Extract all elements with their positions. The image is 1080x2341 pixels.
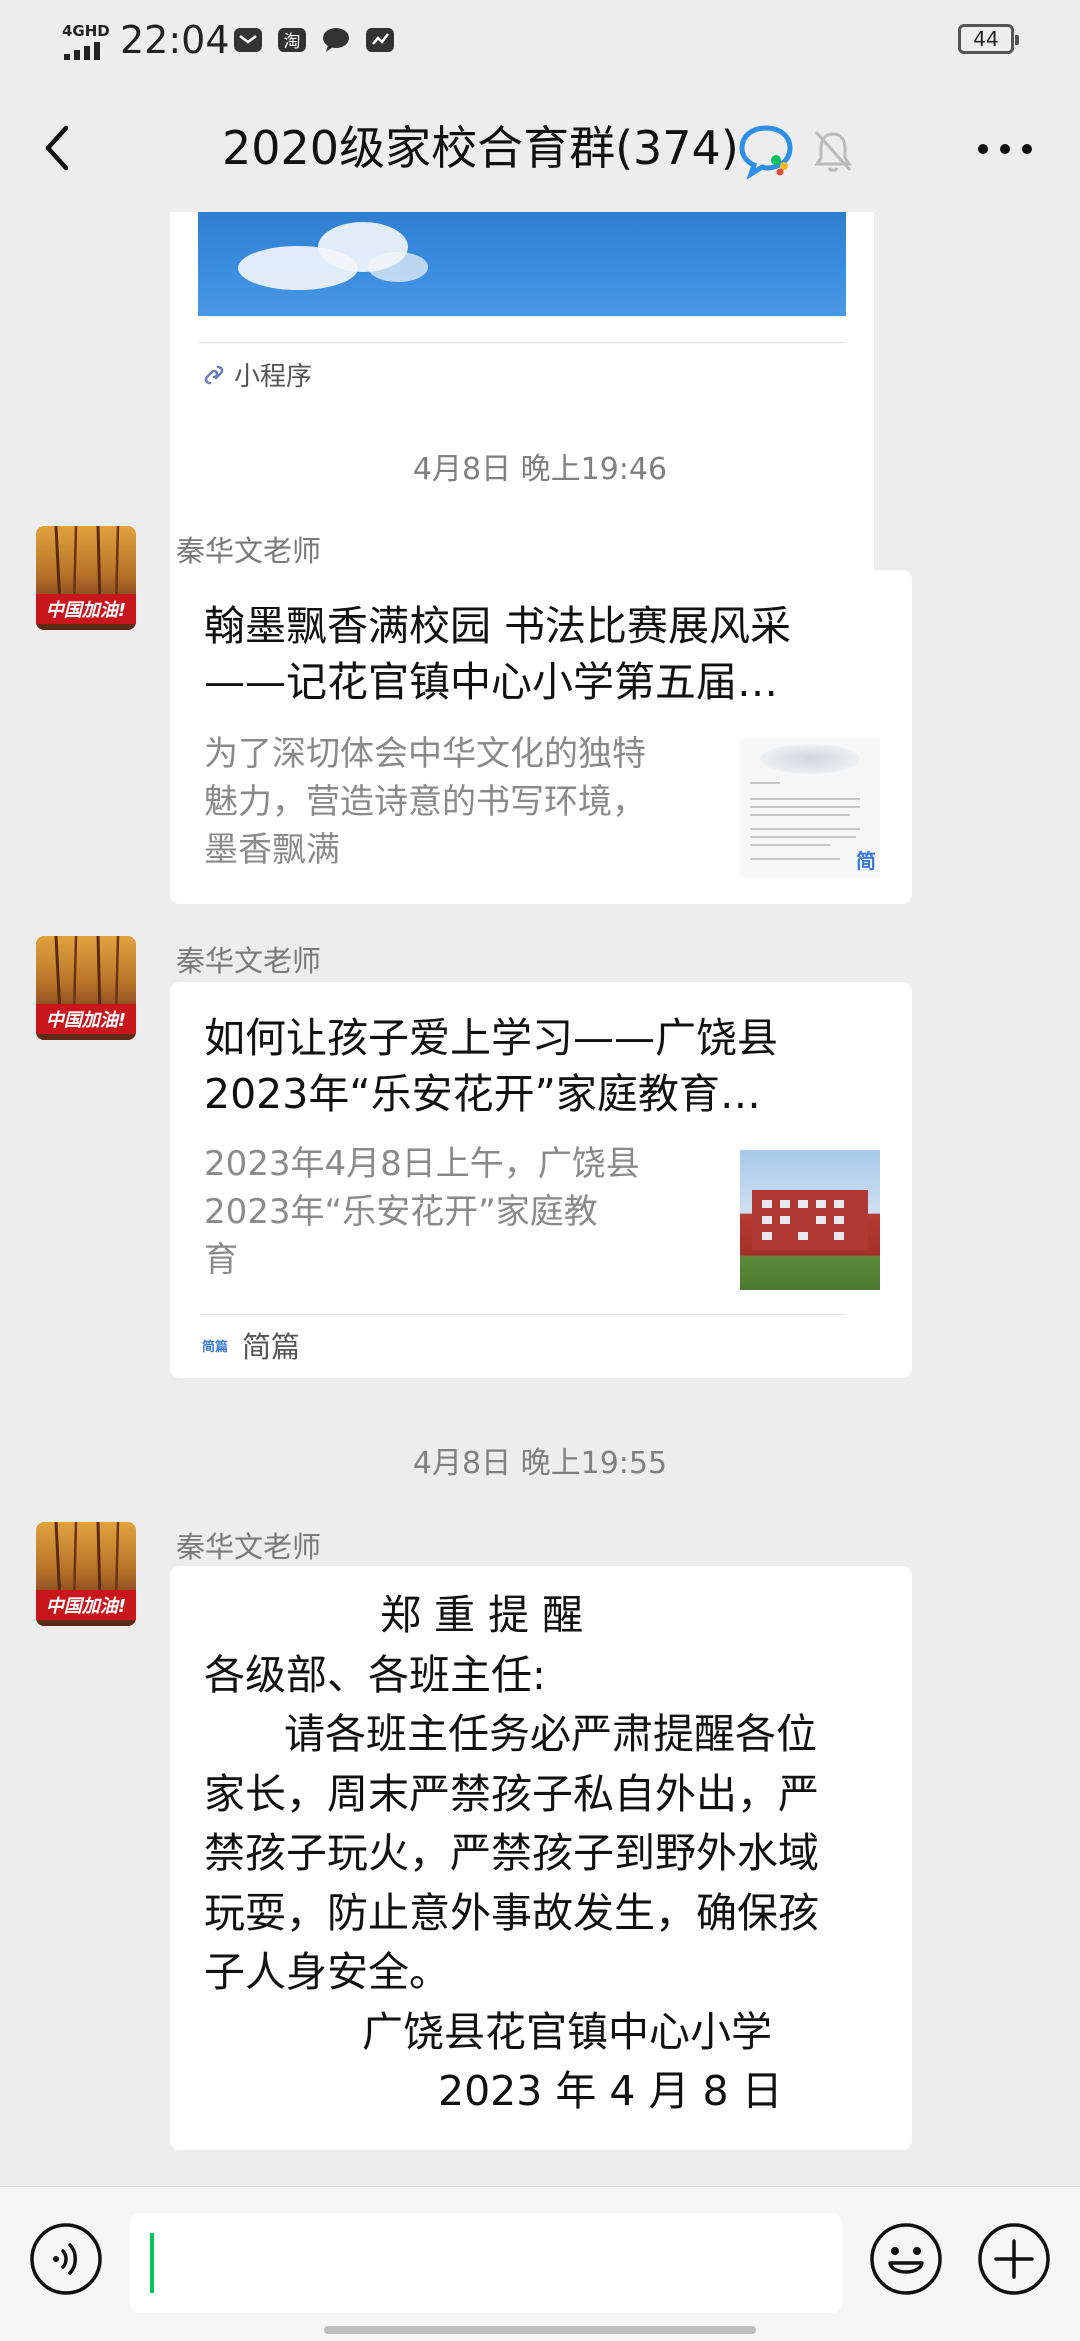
divider xyxy=(200,1314,844,1315)
timestamp: 4月8日 晚上19:46 xyxy=(412,452,668,487)
message-text: 郑 重 提 醒 各级部、各班主任: 请各班主任务必严肃提醒各位 家长，周末严禁孩… xyxy=(204,1586,884,2122)
article-thumbnail xyxy=(740,1150,880,1290)
article-desc-line: 育 xyxy=(204,1240,238,1280)
sender-name: 秦华文老师 xyxy=(176,1530,322,1564)
notice-line: 家长，周末严禁孩子私自外出，严 xyxy=(204,1769,819,1818)
network-type: 4GHD xyxy=(62,22,110,40)
taobao-notification-icon: 淘 xyxy=(278,28,306,52)
article-description: 为了深切体会中华文化的独特 魅力，营造诗意的书写环境， 墨香飘满 xyxy=(204,730,704,874)
article-description: 2023年4月8日上午，广饶县 2023年“乐安花开”家庭教 育 xyxy=(204,1140,704,1284)
jianpian-logo-icon: 简篇 xyxy=(202,1339,229,1355)
more-dots-icon[interactable] xyxy=(970,124,1040,174)
sender-name: 秦华文老师 xyxy=(176,534,322,568)
article-desc-line: 2023年“乐安花开”家庭教 xyxy=(204,1192,598,1232)
avatar[interactable]: 中国加油! xyxy=(36,526,136,630)
divider xyxy=(198,342,846,343)
text-message-bubble[interactable]: 郑 重 提 醒 各级部、各班主任: 请各班主任务必严肃提醒各位 家长，周末严禁孩… xyxy=(170,1566,912,2150)
notice-line: 子人身安全。 xyxy=(204,1948,450,1996)
avatar[interactable]: 中国加油! xyxy=(36,1522,136,1626)
emoji-icon[interactable] xyxy=(868,2221,944,2297)
notice-line: 各级部、各班主任: xyxy=(204,1650,546,1699)
article-card[interactable]: 如何让孩子爱上学习——广饶县 2023年“乐安花开”家庭教育… 2023年4月8… xyxy=(170,982,912,1378)
mini-program-image xyxy=(198,212,846,316)
jianpian-badge: 简 xyxy=(856,849,876,873)
voice-icon[interactable] xyxy=(28,2221,104,2297)
home-indicator[interactable] xyxy=(324,2326,756,2334)
battery-indicator: 44 xyxy=(958,24,1019,54)
article-desc-line: 魅力，营造诗意的书写环境， xyxy=(204,782,646,822)
notice-date: 2023 年 4 月 8 日 xyxy=(438,2067,783,2115)
article-source: 简篇 简篇 xyxy=(202,1324,300,1366)
chat-title: 2020级家校合育群(374) xyxy=(222,121,739,175)
signal-icon xyxy=(64,42,100,60)
article-desc-line: 2023年4月8日上午，广饶县 xyxy=(204,1144,640,1184)
chat-messages: 小程序 4月8日 晚上19:46 中国加油! 秦华文老师 翰墨飘香满校园 书法比… xyxy=(0,212,1080,2184)
input-bar xyxy=(0,2186,1080,2341)
avatar-badge: 中国加油! xyxy=(36,1590,136,1620)
avatar[interactable]: 中国加油! xyxy=(36,936,136,1040)
article-title-line: ——记花官镇中心小学第五届… xyxy=(204,658,778,706)
notice-heading: 郑 重 提 醒 xyxy=(380,1591,584,1639)
article-title: 如何让孩子爱上学习——广饶县 2023年“乐安花开”家庭教育… xyxy=(204,1010,864,1122)
message-input[interactable] xyxy=(130,2213,842,2313)
article-title-line: 如何让孩子爱上学习——广饶县 xyxy=(204,1014,778,1062)
chat-bubble-icon[interactable] xyxy=(736,120,796,180)
timestamp: 4月8日 晚上19:55 xyxy=(412,1446,668,1481)
notice-line: 禁孩子玩火，严禁孩子到野外水域 xyxy=(204,1829,819,1877)
battery-level: 44 xyxy=(973,27,999,51)
article-title: 翰墨飘香满校园 书法比赛展风采 ——记花官镇中心小学第五届… xyxy=(204,598,864,710)
notice-line: 请各班主任务必严肃提醒各位 xyxy=(284,1710,817,1758)
article-source-label: 简篇 xyxy=(242,1330,301,1364)
mini-program-footer: 小程序 xyxy=(202,356,312,393)
svg-text:淘: 淘 xyxy=(284,32,301,52)
mini-program-icon xyxy=(204,365,224,384)
chat-header: 2020级家校合育群(374) xyxy=(0,84,1080,212)
message-notification-icon xyxy=(323,28,349,52)
article-title-line: 翰墨飘香满校园 书法比赛展风采 xyxy=(204,602,792,650)
text-caret xyxy=(150,2233,154,2293)
status-time: 22:04 xyxy=(120,18,230,62)
mail-notification-icon xyxy=(234,28,262,52)
sender-name: 秦华文老师 xyxy=(176,944,322,978)
plus-icon[interactable] xyxy=(976,2221,1052,2297)
back-arrow-icon[interactable] xyxy=(28,118,88,178)
notice-line: 玩耍，防止意外事故发生，确保孩 xyxy=(204,1888,819,1937)
avatar-badge: 中国加油! xyxy=(36,594,136,624)
article-desc-line: 为了深切体会中华文化的独特 xyxy=(204,734,646,774)
status-bar: 4GHD 22:04 淘 44 xyxy=(0,0,1080,84)
mute-bell-icon xyxy=(814,130,852,172)
article-thumbnail: 简 xyxy=(740,738,880,878)
article-desc-line: 墨香飘满 xyxy=(204,830,340,870)
article-card[interactable]: 翰墨飘香满校园 书法比赛展风采 ——记花官镇中心小学第五届… 为了深切体会中华文… xyxy=(170,570,912,904)
notice-signature: 广饶县花官镇中心小学 xyxy=(362,2007,772,2056)
app-notification-icon xyxy=(366,28,394,52)
avatar-badge: 中国加油! xyxy=(36,1004,136,1034)
article-title-line: 2023年“乐安花开”家庭教育… xyxy=(204,1070,761,1118)
mini-program-label: 小程序 xyxy=(234,362,313,392)
